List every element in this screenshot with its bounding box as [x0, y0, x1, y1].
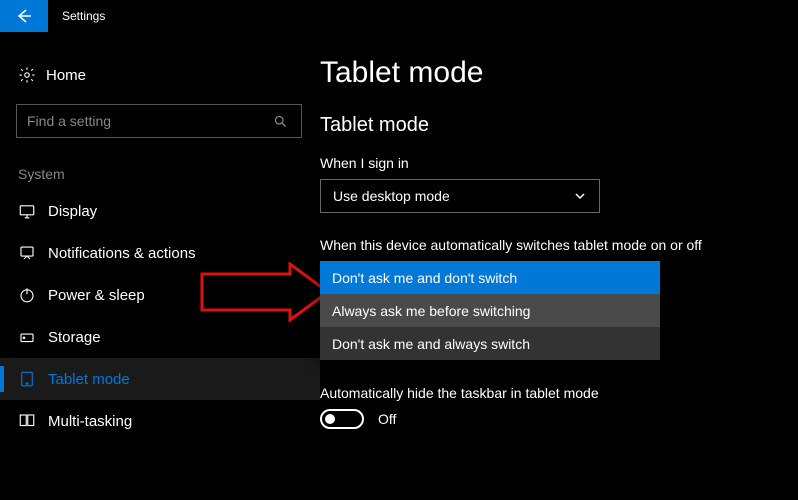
- switch-option-always-switch[interactable]: Don't ask me and always switch: [320, 327, 660, 360]
- signin-dropdown[interactable]: Use desktop mode: [320, 179, 600, 213]
- sidebar-item-multitasking[interactable]: Multi-tasking: [0, 400, 320, 442]
- power-icon: [18, 286, 48, 304]
- search-field[interactable]: [27, 113, 269, 129]
- sidebar-home-label: Home: [46, 67, 86, 84]
- sidebar-item-tablet-mode[interactable]: Tablet mode: [0, 358, 320, 400]
- multitasking-icon: [18, 412, 48, 430]
- sidebar-item-label: Power & sleep: [48, 287, 145, 304]
- switch-option-dont-switch[interactable]: Don't ask me and don't switch: [320, 261, 660, 294]
- sidebar-item-label: Display: [48, 203, 97, 220]
- page-title: Tablet mode: [320, 56, 778, 90]
- switch-dropdown-list: Don't ask me and don't switch Always ask…: [320, 261, 660, 360]
- storage-icon: [18, 328, 48, 346]
- sidebar-item-label: Storage: [48, 329, 101, 346]
- tablet-icon: [18, 370, 48, 388]
- section-title: Tablet mode: [320, 114, 778, 137]
- sidebar-item-storage[interactable]: Storage: [0, 316, 320, 358]
- sidebar-item-label: Notifications & actions: [48, 245, 196, 262]
- search-icon: [269, 114, 291, 129]
- hide-taskbar-label: Automatically hide the taskbar in tablet…: [320, 385, 778, 401]
- sidebar: Home System Display Notifications &: [0, 32, 320, 500]
- titlebar-label: Settings: [48, 0, 105, 32]
- switch-label: When this device automatically switches …: [320, 237, 778, 253]
- arrow-left-icon: [15, 7, 33, 25]
- signin-dropdown-value: Use desktop mode: [333, 188, 450, 204]
- sidebar-item-notifications[interactable]: Notifications & actions: [0, 232, 320, 274]
- search-input[interactable]: [16, 104, 302, 138]
- display-icon: [18, 202, 48, 220]
- hide-taskbar-value: Off: [378, 411, 396, 427]
- titlebar: Settings: [0, 0, 798, 32]
- sidebar-home[interactable]: Home: [0, 56, 320, 94]
- notifications-icon: [18, 244, 48, 262]
- sidebar-section-label: System: [0, 138, 320, 190]
- sidebar-item-display[interactable]: Display: [0, 190, 320, 232]
- back-button[interactable]: [0, 0, 48, 32]
- sidebar-item-label: Multi-tasking: [48, 413, 132, 430]
- main-content: Tablet mode Tablet mode When I sign in U…: [320, 32, 798, 500]
- signin-label: When I sign in: [320, 155, 778, 171]
- chevron-down-icon: [573, 190, 587, 202]
- sidebar-item-label: Tablet mode: [48, 371, 130, 388]
- gear-icon: [18, 66, 46, 84]
- switch-option-always-ask[interactable]: Always ask me before switching: [320, 294, 660, 327]
- hide-taskbar-toggle[interactable]: [320, 409, 364, 429]
- sidebar-item-power[interactable]: Power & sleep: [0, 274, 320, 316]
